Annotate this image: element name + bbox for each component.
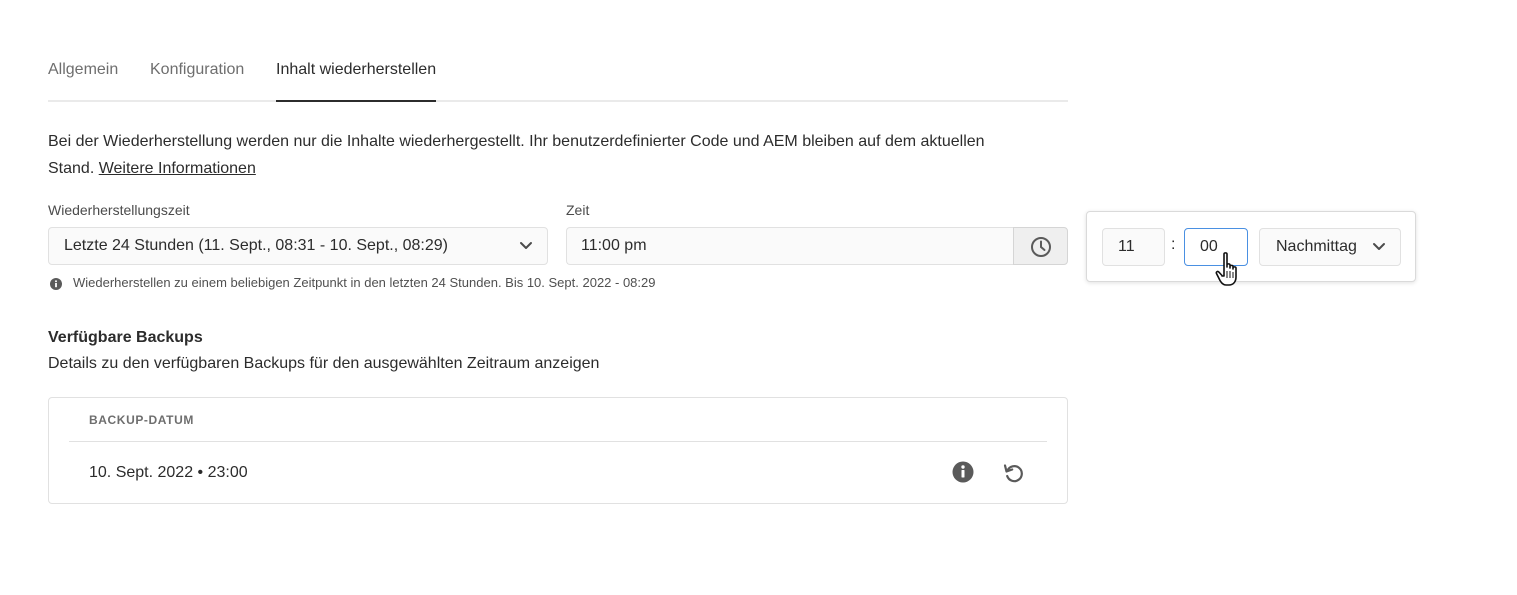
restore-time-picker[interactable]: Letzte 24 Stunden (11. Sept., 08:31 - 10… — [48, 227, 548, 265]
chevron-down-icon — [1373, 243, 1385, 250]
restore-icon[interactable] — [1002, 461, 1026, 485]
backups-table: BACKUP-DATUM 10. Sept. 2022 • 23:00 — [48, 397, 1068, 504]
hint-text: Wiederherstellen zu einem beliebigen Zei… — [73, 275, 656, 290]
backups-title: Verfügbare Backups — [48, 329, 203, 346]
time-label: Zeit — [566, 202, 590, 218]
backups-subtitle: Details zu den verfügbaren Backups für d… — [48, 355, 600, 372]
column-header-backup-date: BACKUP-DATUM — [89, 413, 194, 427]
hour-input[interactable]: 11 — [1102, 228, 1165, 266]
period-select[interactable]: Nachmittag — [1259, 228, 1401, 266]
period-value: Nachmittag — [1276, 238, 1357, 255]
more-info-link[interactable]: Weitere Informationen — [99, 160, 256, 177]
info-icon — [50, 278, 62, 290]
tab-allgemein[interactable]: Allgemein — [48, 58, 118, 100]
time-value: 11:00 pm — [581, 237, 647, 254]
tab-bar: Allgemein Konfiguration Inhalt wiederher… — [48, 58, 1068, 102]
clock-icon — [1031, 237, 1051, 257]
time-separator: : — [1171, 236, 1176, 253]
time-picker-popover: 11 : 00 Nachmittag — [1086, 211, 1416, 282]
chevron-down-icon — [520, 242, 532, 249]
info-icon[interactable] — [952, 461, 974, 483]
hand-cursor-icon — [1215, 252, 1237, 286]
time-input[interactable]: 11:00 pm — [566, 227, 1014, 265]
restore-time-value: Letzte 24 Stunden (11. Sept., 08:31 - 10… — [64, 237, 448, 254]
description: Bei der Wiederherstellung werden nur die… — [48, 128, 1028, 182]
header-divider — [69, 441, 1047, 442]
tab-inhalt-wiederherstellen[interactable]: Inhalt wiederherstellen — [276, 58, 437, 102]
restore-time-label: Wiederherstellungszeit — [48, 202, 190, 218]
tab-konfiguration[interactable]: Konfiguration — [150, 58, 244, 100]
clock-button[interactable] — [1013, 227, 1068, 265]
backup-date-cell: 10. Sept. 2022 • 23:00 — [89, 464, 248, 481]
